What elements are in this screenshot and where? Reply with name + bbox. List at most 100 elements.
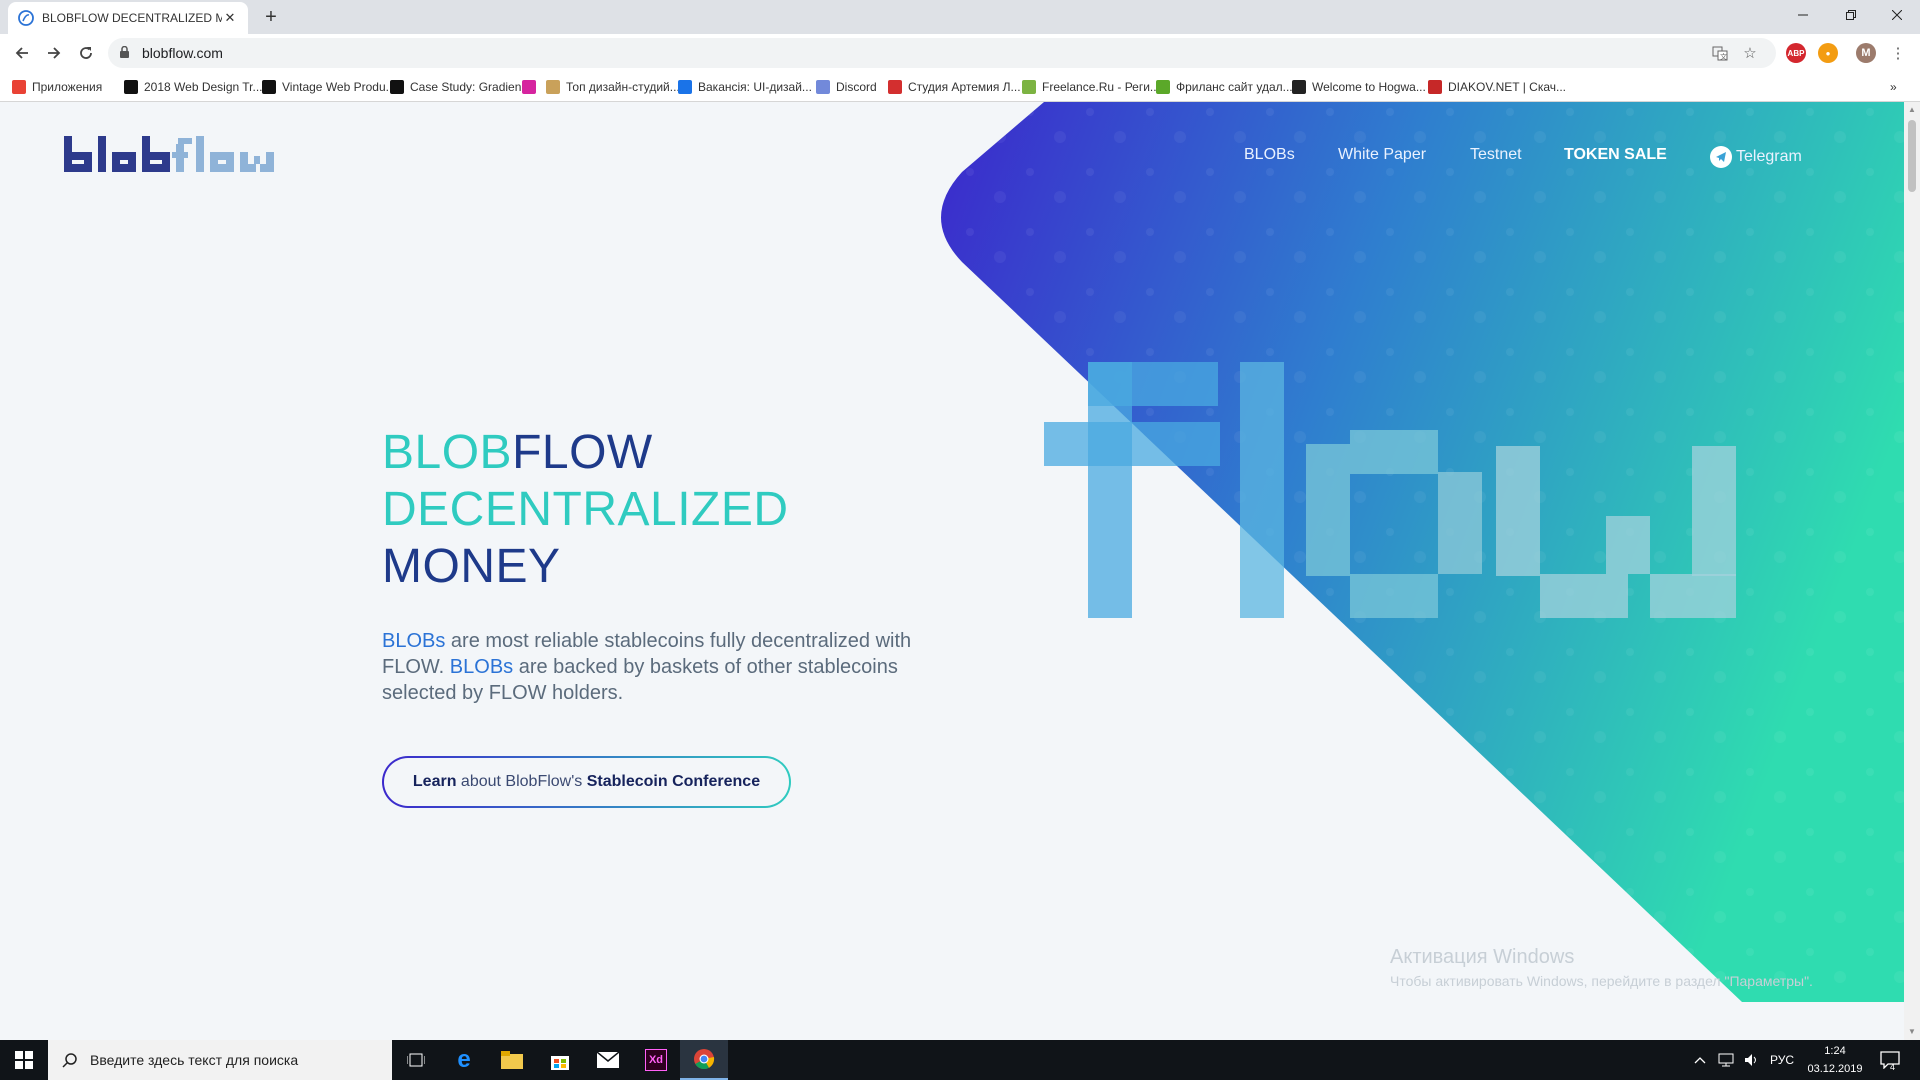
notification-count: 4 [1890, 1062, 1896, 1072]
telegram-label: Telegram [1736, 148, 1802, 165]
site-favicon-icon [18, 10, 34, 26]
reload-button[interactable] [72, 39, 100, 67]
tray-chevron-icon[interactable] [1694, 1040, 1706, 1080]
bookmark-item[interactable]: Студия Артемия Л... [888, 78, 1021, 96]
bookmark-item[interactable]: Freelance.Ru - Реги... [1022, 78, 1160, 96]
input-language-indicator[interactable]: РУС [1770, 1040, 1794, 1080]
scroll-up-icon[interactable]: ▲ [1908, 106, 1916, 114]
bookmark-favicon-icon [12, 80, 26, 94]
bookmark-label: Студия Артемия Л... [908, 80, 1021, 94]
scroll-down-icon[interactable]: ▼ [1908, 1028, 1916, 1036]
menu-kebab-icon[interactable]: ⋮ [1888, 43, 1908, 63]
chrome-icon [694, 1049, 715, 1070]
clock-time: 1:24 [1824, 1045, 1846, 1057]
bookmark-item[interactable]: Приложения [12, 78, 102, 96]
arrow-right-icon [48, 47, 61, 59]
task-view-button[interactable] [392, 1040, 440, 1080]
taskbar-clock[interactable]: 1:24 03.12.2019 [1800, 1042, 1870, 1078]
bookmark-label: Приложения [32, 80, 103, 94]
stablecoin-conference-button[interactable]: Learn about BlobFlow's Stablecoin Confer… [382, 756, 791, 808]
headline-blob: BLOB [382, 426, 513, 479]
nav-blobs-link[interactable]: BLOBs [1244, 146, 1295, 164]
nav-white-paper-link[interactable]: White Paper [1338, 146, 1426, 164]
bookmark-item[interactable]: Case Study: Gradien... [390, 78, 531, 96]
mail-icon [597, 1052, 619, 1068]
notification-center-button[interactable]: 4 [1880, 1040, 1900, 1080]
blobs-highlight: BLOBs [449, 656, 514, 678]
bookmark-favicon-icon [1428, 80, 1442, 94]
bookmarks-overflow-button[interactable]: » [1890, 78, 1897, 96]
bookmark-item[interactable]: Фриланс сайт удал... [1156, 78, 1293, 96]
minimize-icon [1798, 14, 1808, 16]
extension-fox-icon[interactable]: ● [1818, 43, 1838, 63]
windows-activation-watermark: Активация Windows Чтобы активировать Win… [1390, 946, 1813, 989]
bookmark-favicon-icon [262, 80, 276, 94]
chrome-taskbar-button[interactable] [680, 1040, 728, 1080]
bookmark-item[interactable]: Топ дизайн-студий... [546, 78, 680, 96]
bookmark-label: Фриланс сайт удал... [1176, 80, 1293, 94]
new-tab-button[interactable]: + [258, 4, 284, 30]
translate-icon[interactable]: 文 [1710, 43, 1730, 63]
bookmark-item[interactable]: Welcome to Hogwa... [1292, 78, 1426, 96]
store-bag-icon [551, 1056, 569, 1070]
browser-tab[interactable]: BLOBFLOW DECENTRALIZED MO ✕ [8, 2, 248, 34]
tab-strip: BLOBFLOW DECENTRALIZED MO ✕ + [0, 0, 1920, 34]
bookmark-label: Welcome to Hogwa... [1312, 80, 1426, 94]
address-bar[interactable]: blobflow.com 文 ☆ [108, 38, 1776, 68]
scrollbar-thumb[interactable] [1908, 120, 1916, 192]
adblock-extension-icon[interactable]: ABP [1786, 43, 1806, 63]
close-window-button[interactable] [1874, 0, 1920, 30]
hero-description: BLOBs are most reliable stablecoins full… [382, 628, 942, 706]
adobe-xd-icon: Xd [645, 1049, 667, 1071]
bookmark-label: DIAKOV.NET | Скач... [1448, 80, 1566, 94]
mail-taskbar-button[interactable] [584, 1040, 632, 1080]
network-icon[interactable] [1718, 1040, 1734, 1080]
edge-taskbar-button[interactable]: e [440, 1040, 488, 1080]
forward-button[interactable] [40, 39, 68, 67]
bookmark-item[interactable]: DIAKOV.NET | Скач... [1428, 78, 1566, 96]
bookmark-item[interactable]: Vintage Web Produ... [262, 78, 396, 96]
back-button[interactable] [8, 39, 36, 67]
page-scrollbar[interactable]: ▲ ▼ [1904, 102, 1920, 1040]
bookmark-label: Freelance.Ru - Реги... [1042, 80, 1160, 94]
minimize-button[interactable] [1780, 0, 1826, 30]
bookmark-label: Case Study: Gradien... [410, 80, 532, 94]
bookmark-star-icon[interactable]: ☆ [1740, 43, 1760, 63]
bookmark-label: Топ дизайн-студий... [566, 80, 680, 94]
browser-toolbar: blobflow.com 文 ☆ ABP ● M ⋮ [0, 34, 1920, 72]
bookmark-favicon-icon [1022, 80, 1036, 94]
nav-telegram-link[interactable]: Telegram [1710, 146, 1802, 168]
store-taskbar-button[interactable] [536, 1040, 584, 1080]
bookmark-favicon-icon [1156, 80, 1170, 94]
bookmark-favicon-icon [888, 80, 902, 94]
folder-icon [501, 1051, 523, 1069]
taskbar-search-box[interactable]: Введите здесь текст для поиска [48, 1040, 392, 1080]
hero-gradient-shape [941, 102, 1904, 1002]
bookmark-favicon-icon [390, 80, 404, 94]
restore-button[interactable] [1828, 0, 1874, 30]
tab-close-icon[interactable]: ✕ [222, 10, 238, 26]
bookmark-item[interactable]: Discord [816, 78, 877, 96]
windows-logo-icon [15, 1051, 33, 1069]
profile-avatar[interactable]: M [1856, 43, 1876, 63]
close-icon [1892, 10, 1902, 20]
bookmark-label: Вакансія: UI-дизай... [698, 80, 812, 94]
bookmark-item[interactable] [522, 78, 542, 96]
bookmark-label: 2018 Web Design Tr... [144, 80, 263, 94]
nav-testnet-link[interactable]: Testnet [1470, 146, 1522, 164]
bookmark-item[interactable]: 2018 Web Design Tr... [124, 78, 263, 96]
adobe-xd-taskbar-button[interactable]: Xd [632, 1040, 680, 1080]
blobflow-logo[interactable] [64, 132, 274, 176]
task-view-icon [407, 1053, 425, 1067]
restore-icon [1846, 10, 1856, 20]
nav-token-sale-link[interactable]: TOKEN SALE [1564, 146, 1667, 164]
lock-icon [120, 46, 129, 58]
bookmark-label: Discord [836, 80, 877, 94]
volume-icon[interactable] [1744, 1040, 1760, 1080]
clock-date: 03.12.2019 [1807, 1063, 1863, 1075]
bookmark-label: Vintage Web Produ... [282, 80, 396, 94]
explorer-taskbar-button[interactable] [488, 1040, 536, 1080]
bookmark-item[interactable]: Вакансія: UI-дизай... [678, 78, 812, 96]
start-button[interactable] [0, 1040, 48, 1080]
blobs-highlight: BLOBs [382, 630, 446, 652]
